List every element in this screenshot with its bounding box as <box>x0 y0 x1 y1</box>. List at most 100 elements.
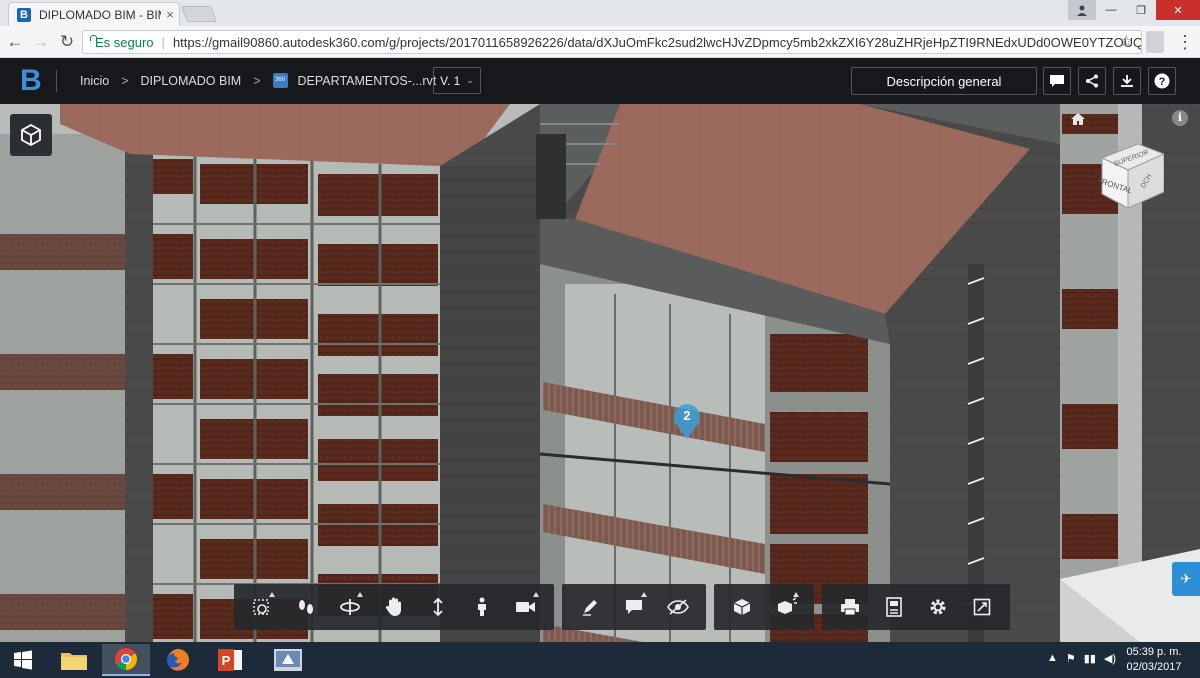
secure-label: Es seguro <box>95 34 154 50</box>
walk-button[interactable] <box>284 587 328 627</box>
chrome-icon <box>115 648 137 670</box>
model-structure-button[interactable] <box>720 587 764 627</box>
hide-button[interactable] <box>656 587 700 627</box>
taskbar-file-explorer[interactable] <box>50 644 98 676</box>
new-tab-button[interactable] <box>181 6 217 22</box>
profile-icon[interactable] <box>1068 0 1096 20</box>
reload-button[interactable]: ↻ <box>54 29 80 55</box>
properties-button[interactable] <box>872 587 916 627</box>
submenu-indicator <box>533 592 539 597</box>
side-panel-toggle[interactable]: ✈ <box>1172 562 1200 596</box>
viewer-toolbar <box>234 584 1010 630</box>
first-person-button[interactable] <box>460 587 504 627</box>
flag-icon[interactable]: ⚑ <box>1066 652 1076 665</box>
show-hidden-icons[interactable]: ▲ <box>1047 652 1058 665</box>
volume-icon[interactable]: ◀) <box>1104 652 1116 665</box>
folder-icon <box>61 653 87 670</box>
properties-icon <box>886 597 902 617</box>
browser-menu-icon[interactable]: ⋮ <box>1176 31 1194 53</box>
browser-tab-strip: B DIPLOMADO BIM - BIM × — ❐ ✕ <box>0 0 1200 26</box>
model-tools-group <box>714 584 814 630</box>
comment-icon <box>626 600 642 614</box>
browser-tab[interactable]: B DIPLOMADO BIM - BIM × <box>8 2 180 26</box>
settings-button[interactable] <box>916 587 960 627</box>
network-icon[interactable]: ▮▮ <box>1084 652 1096 665</box>
cube-icon <box>21 123 41 147</box>
viewcube[interactable]: SUPERIOR FRONTAL DCH <box>1098 140 1164 210</box>
taskbar-autodesk-viewer[interactable] <box>264 644 312 676</box>
zoom-button[interactable] <box>416 587 460 627</box>
comment-button[interactable] <box>612 587 656 627</box>
breadcrumb: Inicio > DIPLOMADO BIM > 360 DEPARTAMENT… <box>80 73 436 88</box>
eye-off-icon <box>667 599 689 615</box>
chevron-right-icon: > <box>253 73 261 88</box>
clock-time: 05:39 p. m. <box>1126 646 1182 658</box>
footsteps-icon <box>299 600 313 614</box>
vertical-arrows-icon <box>433 597 443 617</box>
url-text: https://gmail90860.autodesk360.com/g/pro… <box>172 34 1142 50</box>
tab-close-icon[interactable]: × <box>161 7 179 22</box>
chevron-right-icon: > <box>121 73 129 88</box>
hand-icon <box>385 597 401 616</box>
printer-icon <box>841 599 859 616</box>
system-clock[interactable]: 05:39 p. m. 02/03/2017 <box>1124 645 1184 675</box>
breadcrumb-inicio[interactable]: Inicio <box>80 74 109 88</box>
version-dropdown[interactable]: V. 1 ⌄ <box>433 67 481 94</box>
revit-file-icon: 360 <box>272 73 288 88</box>
bookmark-star-icon[interactable]: ☆ <box>1120 32 1133 50</box>
extension-icon[interactable] <box>1146 31 1164 53</box>
window-controls: — ❐ ✕ <box>1068 0 1200 20</box>
back-button[interactable]: ← <box>2 29 28 55</box>
powerpoint-icon: P <box>218 649 242 671</box>
minimize-button[interactable]: — <box>1096 0 1126 20</box>
submenu-indicator <box>793 592 799 597</box>
camera-button[interactable] <box>504 587 548 627</box>
fullscreen-button[interactable] <box>960 587 1004 627</box>
help-button[interactable]: ? <box>1148 67 1176 95</box>
share-button[interactable] <box>1078 67 1106 95</box>
submenu-indicator <box>357 592 363 597</box>
forward-button[interactable]: → <box>28 29 54 55</box>
svg-text:?: ? <box>1159 76 1166 88</box>
explode-button[interactable] <box>764 587 808 627</box>
orbit-icon <box>340 599 360 615</box>
person-icon <box>478 597 486 616</box>
breadcrumb-file[interactable]: DEPARTAMENTOS-...rvt <box>298 74 437 88</box>
model-browser-button[interactable] <box>10 114 52 156</box>
system-tray: ▲ ⚑ ▮▮ ◀) <box>1047 652 1116 665</box>
bim-favicon-icon: B <box>17 7 31 22</box>
markup-button[interactable] <box>568 587 612 627</box>
tab-title: DIPLOMADO BIM - BIM <box>39 7 161 22</box>
comments-button[interactable] <box>1043 67 1071 95</box>
orbit-button[interactable] <box>328 587 372 627</box>
section-analysis-button[interactable] <box>240 587 284 627</box>
pan-button[interactable] <box>372 587 416 627</box>
print-button[interactable] <box>828 587 872 627</box>
model-viewport[interactable]: SUPERIOR FRONTAL DCH i 2 ✈ <box>0 104 1200 642</box>
windows-logo-icon <box>14 650 32 670</box>
share-icon <box>1086 74 1098 88</box>
info-icon[interactable]: i <box>1172 110 1188 126</box>
close-window-button[interactable]: ✕ <box>1156 0 1200 20</box>
taskbar-firefox[interactable] <box>154 644 202 676</box>
navigation-tools-group <box>234 584 554 630</box>
submenu-indicator <box>269 592 275 597</box>
bim360-logo[interactable]: B <box>20 65 42 97</box>
taskbar-chrome[interactable] <box>102 644 150 676</box>
overview-button[interactable]: Descripción general <box>851 67 1037 95</box>
markup-tools-group <box>562 584 706 630</box>
url-input[interactable]: Es seguro | https://gmail90860.autodesk3… <box>82 30 1142 54</box>
download-button[interactable] <box>1113 67 1141 95</box>
breadcrumb-diplomado[interactable]: DIPLOMADO BIM <box>141 74 242 88</box>
comment-icon <box>1050 75 1064 87</box>
settings-tools-group <box>822 584 1010 630</box>
help-icon: ? <box>1154 73 1170 89</box>
chevron-down-icon: ⌄ <box>466 75 474 85</box>
taskbar-powerpoint[interactable]: P <box>206 644 254 676</box>
maximize-button[interactable]: ❐ <box>1126 0 1156 20</box>
home-view-icon[interactable] <box>1070 112 1086 126</box>
explode-icon <box>778 597 797 614</box>
start-button[interactable] <box>0 642 46 678</box>
pen-icon <box>583 600 597 616</box>
markup-pin[interactable]: 2 <box>672 402 702 440</box>
